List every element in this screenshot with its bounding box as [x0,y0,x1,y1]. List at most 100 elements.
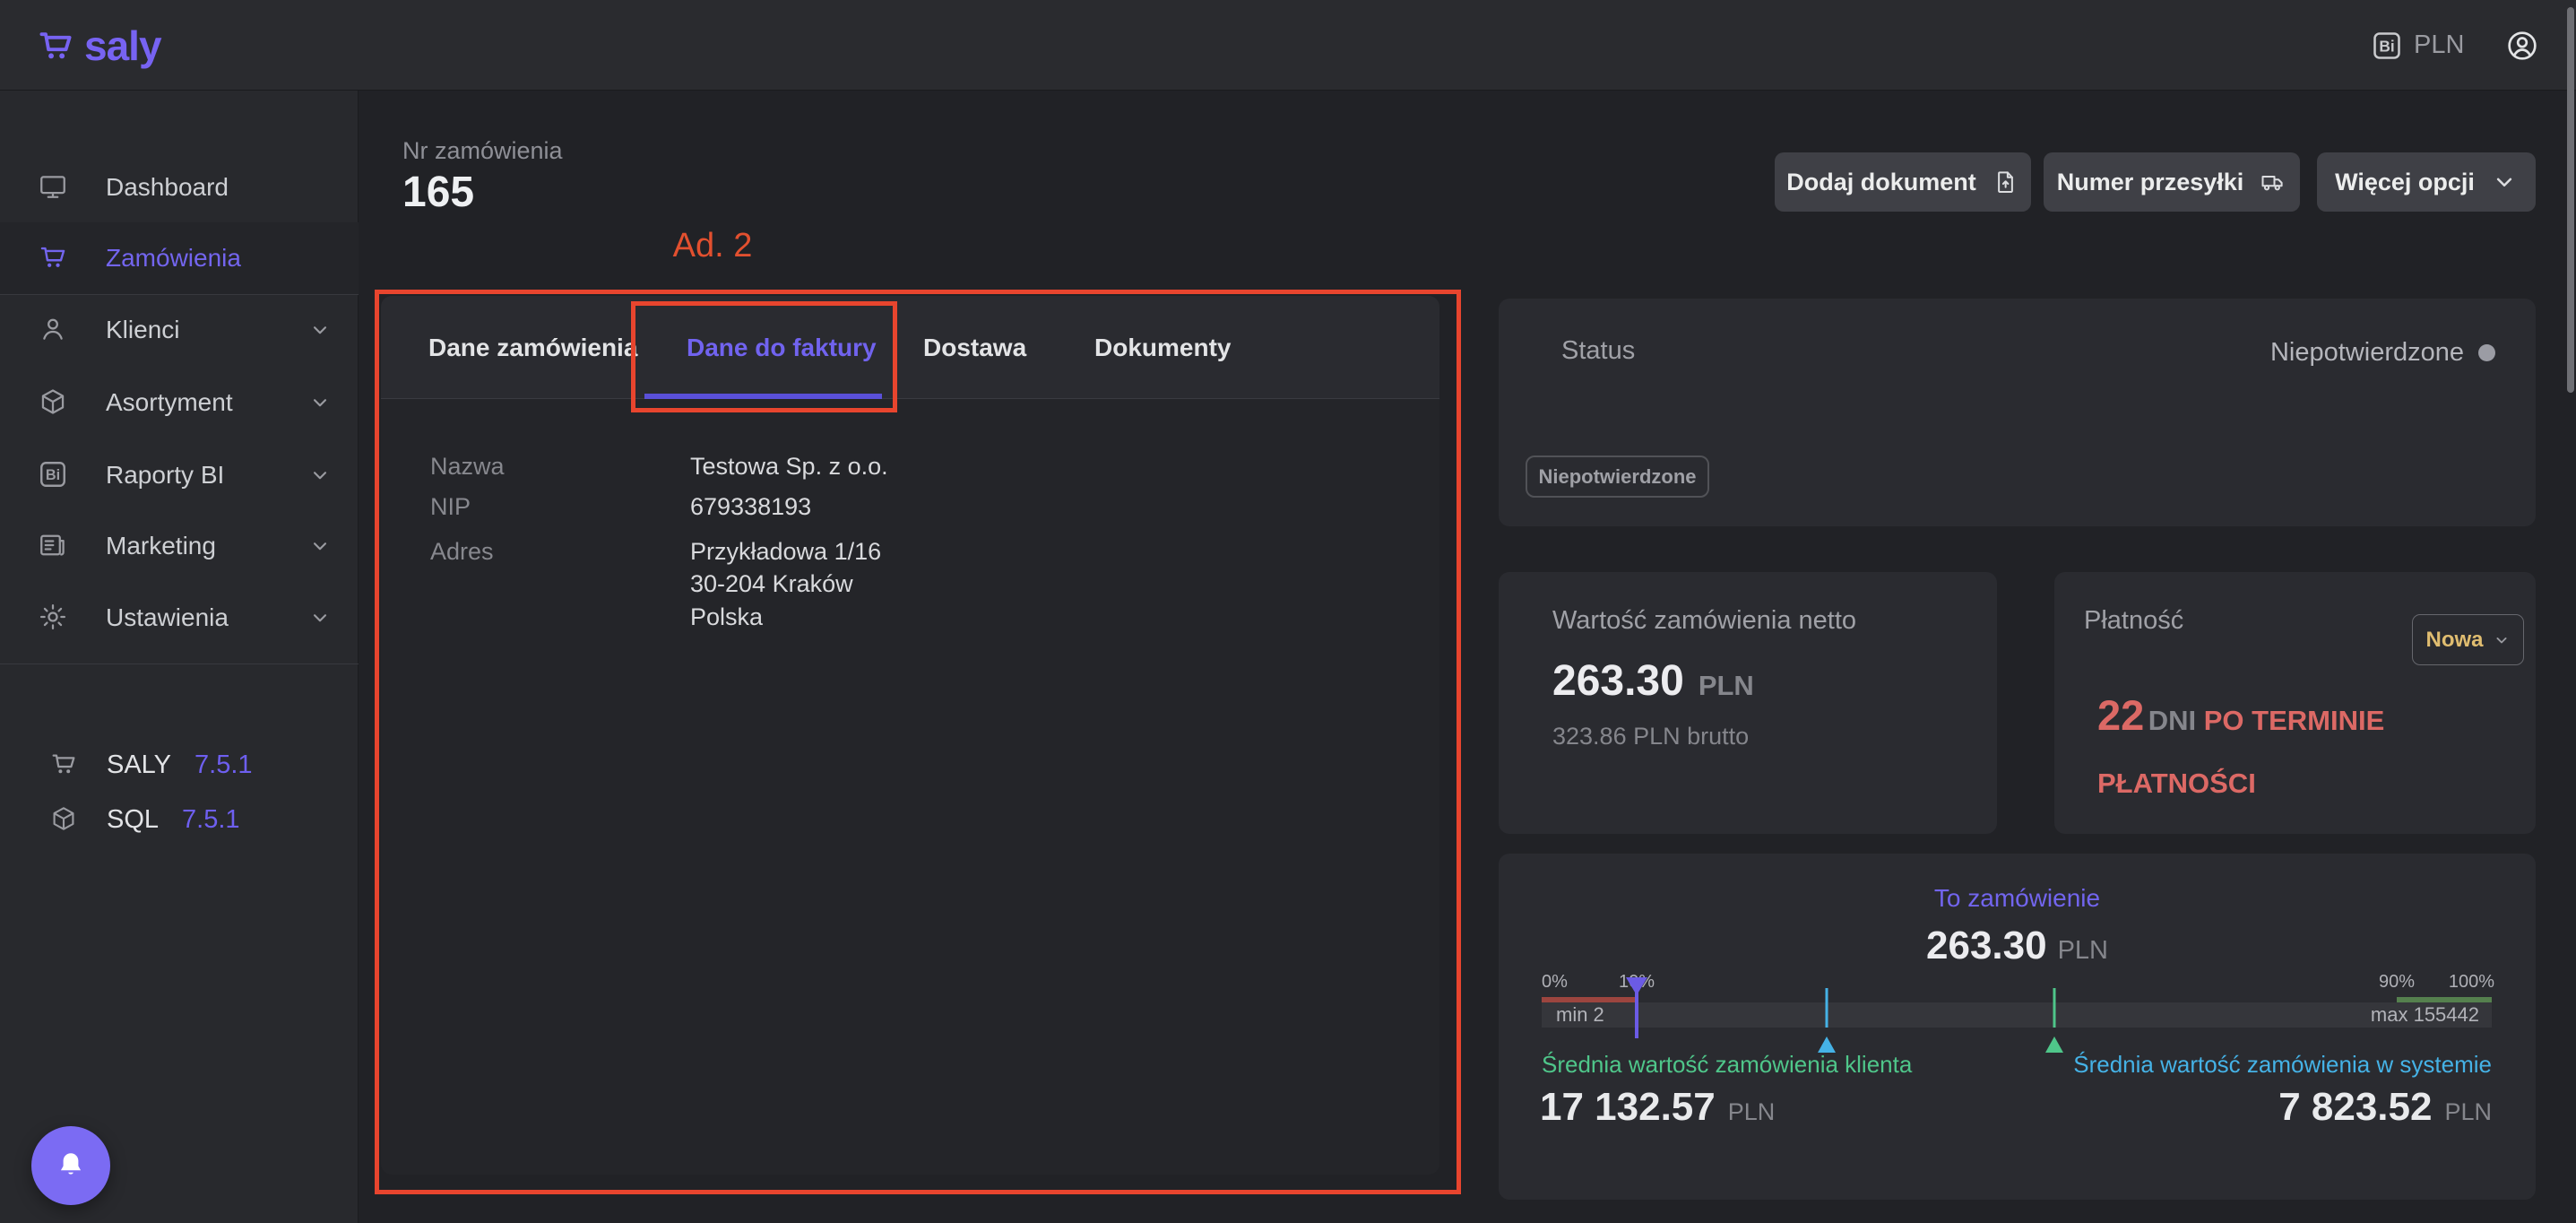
news-icon [38,530,70,562]
status-panel: Status Niepotwierdzone Niepotwierdzone [1499,299,2536,526]
truck-icon [2260,169,2286,195]
status-chip-button[interactable]: Niepotwierdzone [1526,455,1709,498]
gauge-value-number: 263.30 [1926,924,2047,967]
payment-overdue-message: 22 DNI PO TERMINIE PŁATNOŚCI [2097,687,2501,818]
invoice-address-line2: 30-204 Kraków [690,570,853,598]
percent-label-10: 10% [1603,972,1671,993]
system-average-value: 7 823.52PLN [2278,1085,2492,1130]
chevron-down-icon [2491,169,2518,195]
invoice-nip-label: NIP [430,493,471,521]
more-options-label: Więcej opcji [2335,169,2475,196]
percent-label-90: 90% [2363,972,2431,993]
sidebar-item-label: Ustawienia [106,603,229,632]
app-version-sql: SQL 7.5.1 [49,802,240,837]
bell-icon [54,1149,88,1183]
order-number-label: Nr zamówienia [402,137,563,165]
order-comparison-panel: To zamówienie 263.30PLN 0% 10% 90% 100% … [1499,854,2536,1200]
cart-icon [36,26,75,65]
currency-selector[interactable]: Bi PLN [2371,0,2464,91]
sidebar-item-label: Dashboard [106,173,229,202]
add-document-label: Dodaj dokument [1786,169,1976,196]
chevron-down-icon [2493,631,2511,649]
tab-dane-do-faktury[interactable]: Dane do faktury [687,296,877,399]
net-amount-number: 263.30 [1552,656,1684,706]
order-net-amount: 263.30 PLN [1552,656,1754,706]
shipment-number-button[interactable]: Numer przesyłki [2044,152,2300,212]
client-average-label: Średnia wartość zamówienia klienta [1542,1051,1912,1079]
chevron-down-icon [308,534,332,558]
user-avatar-icon [2504,28,2540,64]
sidebar-item-klienci[interactable]: Klienci [0,294,359,366]
payment-title: Płatność [2084,606,2183,636]
invoice-name-label: Nazwa [430,453,505,481]
sidebar-item-raporty-bi[interactable]: Bi Raporty BI [0,439,359,511]
notifications-button[interactable] [31,1126,110,1205]
add-document-button[interactable]: Dodaj dokument [1775,152,2031,212]
percent-label-100: 100% [2449,972,2494,993]
version-number: 7.5.1 [194,750,253,780]
sidebar-item-label: Zamówienia [106,244,241,273]
invoice-address-label: Adres [430,538,494,566]
sidebar-item-ustawienia[interactable]: Ustawienia [0,582,359,654]
active-tab-underline [644,394,882,399]
monitor-icon [38,171,70,204]
payment-status-select[interactable]: Nowa [2412,614,2524,665]
sidebar-item-label: Asortyment [106,388,233,417]
package-icon [38,386,70,419]
order-value-panel: Wartość zamówienia netto 263.30 PLN 323.… [1499,572,1997,834]
order-details-panel: Dane zamówienia Dane do faktury Dostawa … [381,296,1439,1175]
user-account-button[interactable] [2504,28,2540,64]
invoice-name-value: Testowa Sp. z o.o. [690,453,888,481]
sidebar-item-label: Raporty BI [106,461,224,490]
percent-label-0: 0% [1542,972,1568,993]
tab-dostawa[interactable]: Dostawa [923,296,1026,399]
status-value: Niepotwierdzone [2270,338,2464,368]
gear-icon [38,602,70,634]
net-amount-currency: PLN [1699,670,1754,702]
overdue-days-unit: DNI [2148,705,2204,736]
client-average-value: 17 132.57PLN [1540,1085,1775,1130]
more-options-button[interactable]: Więcej opcji [2317,152,2536,212]
chevron-down-icon [308,464,332,487]
vertical-scrollbar[interactable] [2567,7,2574,393]
sidebar-item-label: Marketing [106,532,216,560]
sidebar-item-asortyment[interactable]: Asortyment [0,367,359,438]
main-content: Nr zamówienia 165 Dodaj dokument Numer p… [359,91,2576,1223]
chevron-down-icon [308,318,332,342]
gauge-max-label: max 155442 [2371,1002,2479,1028]
sidebar-item-dashboard[interactable]: Dashboard [0,152,359,223]
gauge-title: To zamówienie [1499,884,2536,913]
document-upload-icon [1993,169,2019,195]
overdue-days: 22 [2097,691,2144,739]
chevron-down-icon [308,391,332,414]
status-dot [2478,344,2495,361]
sidebar-item-label: Klienci [106,316,179,344]
shipment-number-label: Numer przesyłki [2057,169,2244,196]
order-value-title: Wartość zamówienia netto [1552,606,1856,636]
gauge-value-currency: PLN [2058,936,2108,965]
svg-text:Bi: Bi [46,467,60,483]
gauge-min-label: min 2 [1556,1002,1604,1028]
client-marker-triangle-icon [2045,1037,2063,1053]
tab-dane-zamowienia[interactable]: Dane zamówienia [428,296,637,399]
status-title: Status [1561,336,1635,366]
sidebar-item-zamowienia[interactable]: Zamówienia [0,222,359,294]
version-name: SQL [107,805,159,835]
gross-amount-note: 323.86 PLN brutto [1552,723,1749,750]
logo-text: saly [84,22,161,70]
order-number-value: 165 [402,168,474,217]
app-logo[interactable]: saly [36,0,161,91]
sidebar: Dashboard Zamówienia Klienci Asortyment [0,91,359,1223]
sidebar-item-marketing[interactable]: Marketing [0,510,359,582]
svg-text:Bi: Bi [2379,37,2394,55]
tab-bar: Dane zamówienia Dane do faktury Dostawa … [381,296,1439,399]
chevron-down-icon [308,606,332,629]
version-name: SALY [107,750,171,780]
tab-dokumenty[interactable]: Dokumenty [1094,296,1231,399]
invoice-nip-value: 679338193 [690,493,811,521]
topbar: saly Bi PLN [0,0,2576,91]
payment-panel: Płatność Nowa 22 DNI PO TERMINIE PŁATNOŚ… [2054,572,2536,834]
invoice-address-line3: Polska [690,603,763,631]
gauge-value: 263.30 PLN [1499,924,2536,968]
currency-label: PLN [2414,30,2464,60]
